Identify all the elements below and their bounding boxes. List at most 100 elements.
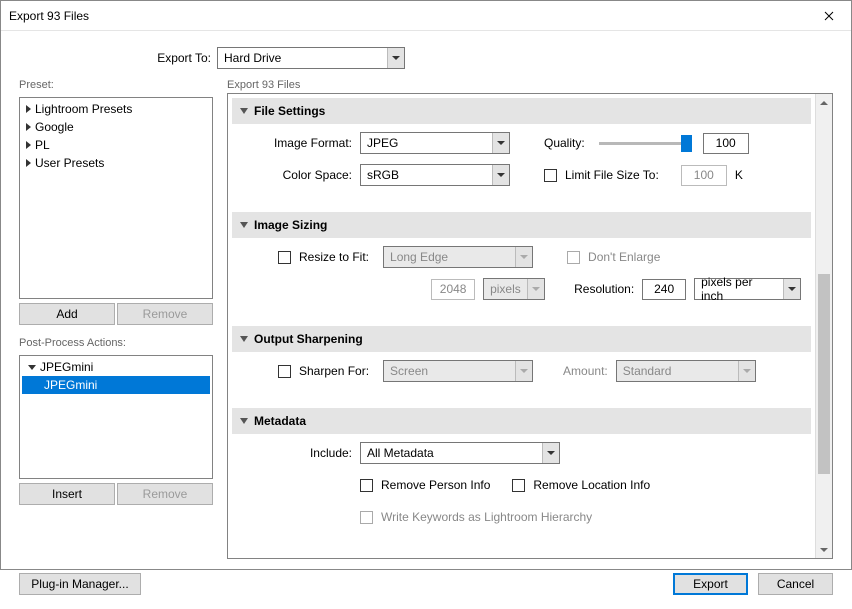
image-sizing-body: Resize to Fit: Long Edge Don't Enlarge 2… [232,246,811,326]
chevron-down-icon [515,361,532,381]
actions-label: Post-Process Actions: [19,337,213,349]
triangle-down-icon [240,108,248,114]
resolution-value[interactable]: 240 [642,279,686,300]
actions-insert-button[interactable]: Insert [19,483,115,505]
actions-remove-button: Remove [117,483,213,505]
preset-add-button[interactable]: Add [19,303,115,325]
footer: Plug-in Manager... Export Cancel [19,569,833,595]
triangle-right-icon [26,123,31,131]
panel-title: Export 93 Files [227,79,833,91]
image-format-select[interactable]: JPEG [360,132,510,154]
limit-filesize-value: 100 [681,165,727,186]
section-header-label: Metadata [254,414,306,428]
triangle-right-icon [26,159,31,167]
resize-mode-value: Long Edge [384,250,515,264]
chevron-down-icon [542,443,559,463]
preset-buttons: Add Remove [19,303,213,325]
dialog-body: Export To: Hard Drive Preset: Lightroom … [1,31,851,609]
export-to-value: Hard Drive [218,51,387,65]
limit-filesize-unit: K [735,168,743,182]
dont-enlarge-label: Don't Enlarge [588,250,660,264]
quality-slider[interactable] [599,142,689,145]
action-item-selected[interactable]: JPEGmini [22,376,210,394]
image-format-label: Image Format: [242,136,352,150]
left-column: Preset: Lightroom Presets Google PL User… [19,79,213,559]
color-space-label: Color Space: [242,168,352,182]
close-icon [824,11,834,21]
file-settings-body: Image Format: JPEG Quality: 100 Color Sp… [232,132,811,212]
preset-label: Preset: [19,79,213,91]
preset-item-user[interactable]: User Presets [22,154,210,172]
sharpen-for-value: Screen [384,364,515,378]
remove-person-label: Remove Person Info [381,478,490,492]
section-image-sizing[interactable]: Image Sizing [232,212,811,238]
sharpen-for-label: Sharpen For: [299,364,369,378]
cancel-button[interactable]: Cancel [758,573,833,595]
triangle-down-icon [240,418,248,424]
export-to-select[interactable]: Hard Drive [217,47,405,69]
resize-label: Resize to Fit: [299,250,369,264]
write-keywords-label: Write Keywords as Lightroom Hierarchy [381,510,592,524]
remove-location-checkbox[interactable] [512,479,525,492]
section-metadata[interactable]: Metadata [232,408,811,434]
limit-filesize-checkbox[interactable] [544,169,557,182]
action-group[interactable]: JPEGmini [22,358,210,376]
section-file-settings[interactable]: File Settings [232,98,811,124]
remove-person-checkbox[interactable] [360,479,373,492]
scroll-up-icon[interactable] [816,94,832,111]
scrollbar-thumb[interactable] [818,274,830,474]
preset-item-lightroom[interactable]: Lightroom Presets [22,100,210,118]
section-header-label: Output Sharpening [254,332,363,346]
dimension-unit-value: pixels [484,282,527,296]
settings-scrollbar[interactable] [815,94,832,558]
resolution-unit-select[interactable]: pixels per inch [694,278,801,300]
chevron-down-icon [783,279,800,299]
actions-list[interactable]: JPEGmini JPEGmini [19,355,213,479]
columns: Preset: Lightroom Presets Google PL User… [19,79,833,559]
color-space-value: sRGB [361,168,492,182]
quality-value[interactable]: 100 [703,133,749,154]
dimension-value: 2048 [431,279,475,300]
write-keywords-checkbox [360,511,373,524]
plugin-manager-button[interactable]: Plug-in Manager... [19,573,141,595]
slider-thumb[interactable] [681,135,692,152]
preset-item-label: Google [35,120,74,134]
include-value: All Metadata [361,446,542,460]
chevron-down-icon [492,165,509,185]
export-button[interactable]: Export [673,573,748,595]
chevron-down-icon [515,247,532,267]
dont-enlarge-checkbox [567,251,580,264]
metadata-body: Include: All Metadata Remove Person Info… [232,442,811,554]
action-group-label: JPEGmini [40,360,93,374]
include-label: Include: [242,446,352,460]
section-header-label: Image Sizing [254,218,327,232]
image-format-value: JPEG [361,136,492,150]
resize-checkbox[interactable] [278,251,291,264]
sharpen-body: Sharpen For: Screen Amount: Standard [232,360,811,408]
right-column: Export 93 Files File Settings Image Form… [227,79,833,559]
preset-list[interactable]: Lightroom Presets Google PL User Presets [19,97,213,299]
include-select[interactable]: All Metadata [360,442,560,464]
color-space-select[interactable]: sRGB [360,164,510,186]
dimension-unit-select: pixels [483,278,545,300]
remove-location-label: Remove Location Info [533,478,650,492]
preset-item-google[interactable]: Google [22,118,210,136]
sharpen-checkbox[interactable] [278,365,291,378]
export-dialog: Export 93 Files Export To: Hard Drive Pr… [0,0,852,570]
triangle-down-icon [28,365,36,370]
scroll-down-icon[interactable] [816,541,832,558]
preset-remove-button: Remove [117,303,213,325]
chevron-down-icon [387,48,404,68]
export-to-label: Export To: [151,51,211,65]
chevron-down-icon [492,133,509,153]
preset-item-label: Lightroom Presets [35,102,132,116]
settings-panel: File Settings Image Format: JPEG Quality… [227,93,833,559]
settings-scroll: File Settings Image Format: JPEG Quality… [228,94,815,558]
resize-mode-select: Long Edge [383,246,533,268]
title-bar: Export 93 Files [1,1,851,31]
section-output-sharpening[interactable]: Output Sharpening [232,326,811,352]
close-button[interactable] [806,1,851,30]
preset-item-pl[interactable]: PL [22,136,210,154]
chevron-down-icon [527,279,544,299]
amount-label: Amount: [563,364,608,378]
